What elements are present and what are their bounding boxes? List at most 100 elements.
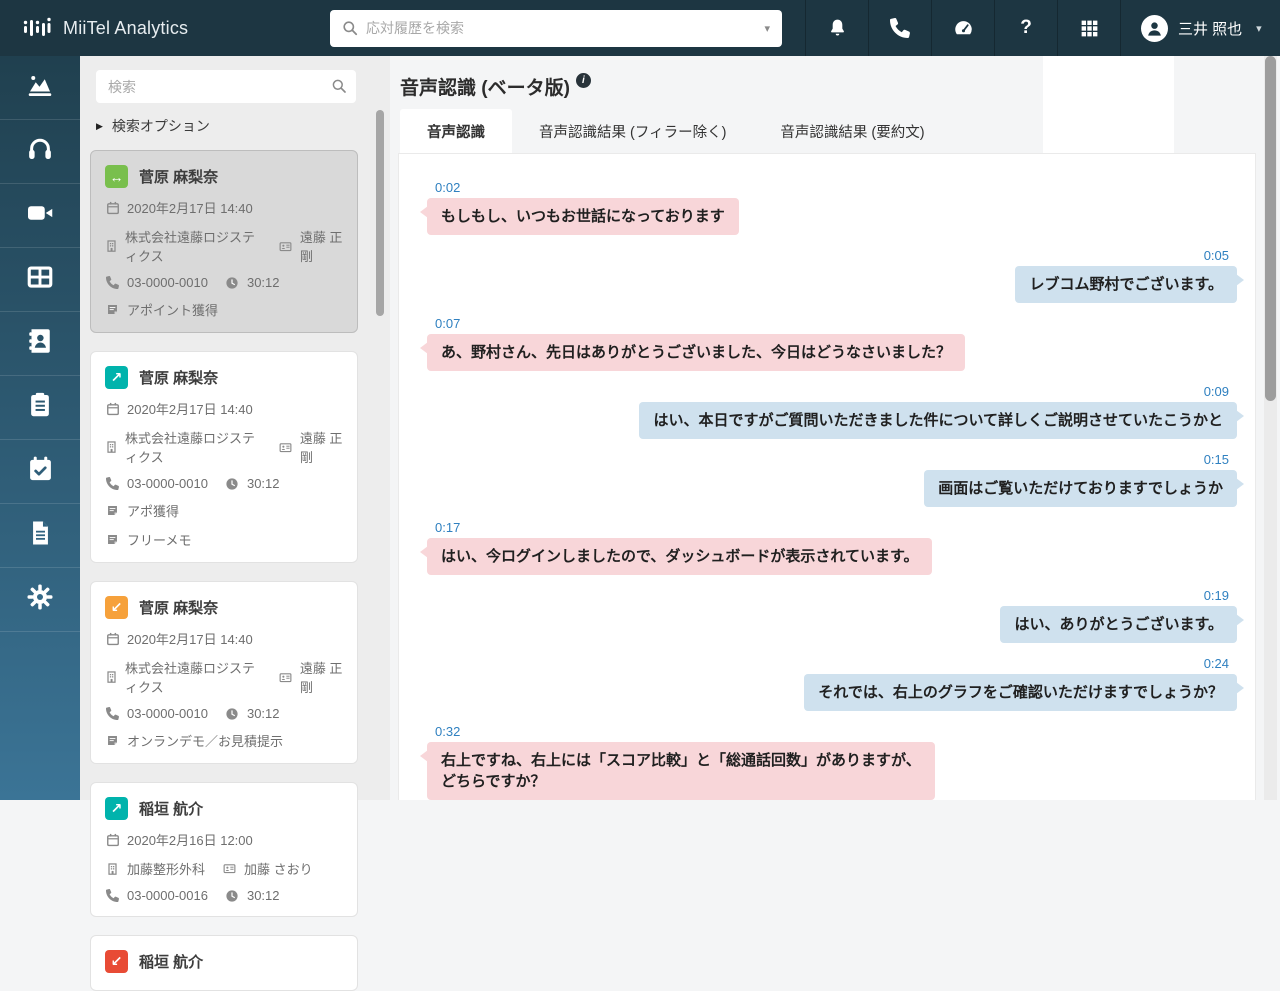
id-card-icon (278, 671, 293, 684)
global-search[interactable]: ▾ (330, 10, 782, 47)
message-bubble[interactable]: はい、今ログインしましたので、ダッシュボードが表示されています。 (427, 538, 932, 575)
tab-inactive[interactable]: 音声認識結果 (要約文) (753, 109, 951, 154)
message-timestamp: 0:05 (1204, 248, 1229, 263)
card-duration: 30:12 (247, 275, 280, 290)
message-bubble[interactable]: はい、ありがとうございます。 (1000, 606, 1237, 643)
message-timestamp: 0:07 (435, 316, 460, 331)
card-person: 遠藤 正剛 (300, 658, 345, 696)
window-scrollbar-thumb[interactable] (1265, 56, 1276, 401)
global-search-input[interactable] (366, 20, 752, 36)
clock-icon (225, 477, 240, 491)
dashboard-gauge-icon[interactable] (931, 0, 994, 56)
building-icon (105, 239, 118, 253)
call-list-search-input[interactable] (108, 79, 324, 95)
nav-address-book-icon[interactable] (0, 312, 80, 376)
card-header: ↗菅原 麻梨奈 (105, 366, 345, 389)
outgoing-call-icon: ↗ (105, 797, 128, 820)
page-title: 音声認識 (ベータ版) (400, 73, 570, 100)
nav-table-icon[interactable] (0, 248, 80, 312)
search-options-toggle[interactable]: ▶ 検索オプション (96, 116, 374, 136)
phone-icon[interactable] (868, 0, 931, 56)
help-icon[interactable]: ? (994, 0, 1057, 56)
message-bubble[interactable]: はい、本日ですがご質問いただきました件について詳しくご説明させていたこうかと (639, 402, 1237, 439)
search-dropdown-caret-icon[interactable]: ▾ (764, 22, 770, 35)
call-card[interactable]: ↙稲垣 航介 (90, 935, 358, 991)
transcript-message: 0:17はい、今ログインしましたので、ダッシュボードが表示されています。 (427, 520, 1237, 575)
document-icon (27, 518, 54, 553)
calendar-check-icon (26, 454, 55, 489)
card-detail-row: 株式会社遠藤ロジスティクス遠藤 正剛 (105, 227, 345, 265)
nav-document-icon[interactable] (0, 504, 80, 568)
search-options-label: 検索オプション (112, 116, 210, 136)
nav-area-chart-icon[interactable] (0, 56, 80, 120)
building-icon (105, 670, 118, 684)
transcript-message: 0:02もしもし、いつもお世話になっております (427, 180, 1237, 235)
top-navbar: MiiTel Analytics ▾ (0, 0, 1280, 56)
transcript-message: 0:15画面はご覧いただけておりますでしょうか (427, 452, 1237, 507)
id-card-icon (222, 862, 237, 875)
nav-calendar-check-icon[interactable] (0, 440, 80, 504)
card-contact-name: 菅原 麻梨奈 (139, 597, 218, 618)
id-card-icon (278, 441, 293, 454)
id-card-icon (278, 240, 293, 253)
sidebar-scrollbar-thumb[interactable] (376, 110, 384, 316)
apps-grid-icon[interactable] (1057, 0, 1120, 56)
card-person: 遠藤 正剛 (300, 227, 345, 265)
message-bubble[interactable]: 画面はご覧いただけておりますでしょうか (924, 470, 1237, 507)
nav-clipboard-list-icon[interactable] (0, 376, 80, 440)
card-contact-name: 菅原 麻梨奈 (139, 166, 218, 187)
card-company: 株式会社遠藤ロジスティクス (125, 658, 261, 696)
call-card[interactable]: ↗菅原 麻梨奈2020年2月17日 14:40株式会社遠藤ロジスティクス遠藤 正… (90, 351, 358, 563)
card-detail-row: 株式会社遠藤ロジスティクス 遠藤 正剛 (105, 658, 345, 696)
calendar-icon (105, 402, 120, 416)
call-card[interactable]: ↔ 菅原 麻梨奈 2020年2月17日 14:40 株式会社遠藤ロジスティクス遠藤 正… (90, 150, 358, 333)
card-phone-number: 03-0000-0010 (127, 476, 208, 491)
user-menu-caret-icon: ▾ (1256, 22, 1262, 35)
info-icon[interactable]: i (576, 73, 591, 88)
message-bubble[interactable]: 右上ですね、右上には「スコア比較」と「総通話回数」がありますが、 どちらですか？ (427, 742, 935, 800)
missed-call-icon: ↙ (105, 950, 128, 973)
clock-icon (225, 276, 240, 290)
card-detail-row: アポ獲得 (105, 501, 345, 520)
address-book-icon (25, 326, 55, 361)
transfer-call-icon: ↔ (105, 165, 128, 188)
message-timestamp: 0:24 (1204, 656, 1229, 671)
message-bubble[interactable]: それでは、右上のグラフをご確認いただけますでしょうか？ (804, 674, 1237, 711)
call-history-sidebar: ▶ 検索オプション ↔ 菅原 麻梨奈 2020年2月17日 14:40 株式会社遠藤ロ… (80, 56, 390, 800)
message-bubble[interactable]: もしもし、いつもお世話になっております (427, 198, 739, 235)
user-name: 三井 照也 (1178, 18, 1242, 39)
call-card[interactable]: ↗稲垣 航介2020年2月16日 12:00加藤整形外科加藤 さおり03-000… (90, 782, 358, 917)
card-date: 2020年2月17日 14:40 (127, 399, 253, 418)
nav-video-camera-icon[interactable] (0, 184, 80, 248)
video-camera-icon (25, 198, 55, 233)
card-memo: アポイント獲得 (127, 300, 218, 319)
card-date: 2020年2月17日 14:40 (127, 629, 253, 648)
call-card[interactable]: ↙菅原 麻梨奈 2020年2月17日 14:40 株式会社遠藤ロジスティクス 遠藤 正… (90, 581, 358, 764)
message-bubble[interactable]: レブコム野村でございます。 (1015, 266, 1237, 303)
transcript-panel: 0:02もしもし、いつもお世話になっております 0:05 レブコム野村でございます。… (398, 153, 1256, 800)
phone-small-icon (105, 276, 120, 289)
nav-gear-icon[interactable] (0, 568, 80, 632)
nav-headset-icon[interactable] (0, 120, 80, 184)
phone-small-icon (105, 477, 120, 490)
tab-active[interactable]: 音声認識 (400, 109, 512, 154)
card-contact-name: 菅原 麻梨奈 (139, 367, 218, 388)
card-memo: アポ獲得 (127, 501, 179, 520)
window-scrollbar-track[interactable] (1264, 56, 1277, 800)
card-header: ↙稲垣 航介 (105, 950, 345, 973)
phone-small-icon (105, 889, 120, 902)
tab-inactive[interactable]: 音声認識結果 (フィラー除く) (512, 109, 753, 154)
card-phone-number: 03-0000-0016 (127, 888, 208, 903)
user-menu[interactable]: 三井 照也 ▾ (1120, 0, 1278, 56)
call-list-search[interactable] (96, 70, 356, 103)
notifications-bell-icon[interactable] (805, 0, 868, 56)
card-header: ↙菅原 麻梨奈 (105, 596, 345, 619)
card-detail-row: 加藤整形外科加藤 さおり (105, 859, 345, 878)
card-date: 2020年2月17日 14:40 (127, 198, 253, 217)
card-company: 株式会社遠藤ロジスティクス (125, 428, 261, 466)
message-bubble[interactable]: あ、野村さん、先日はありがとうございました、今日はどうなさいました？ (427, 334, 965, 371)
transcript-chat: 0:02もしもし、いつもお世話になっております 0:05 レブコム野村でございます。… (399, 154, 1255, 800)
search-icon (342, 20, 358, 36)
calendar-icon (105, 201, 120, 215)
card-header: ↗稲垣 航介 (105, 797, 345, 820)
